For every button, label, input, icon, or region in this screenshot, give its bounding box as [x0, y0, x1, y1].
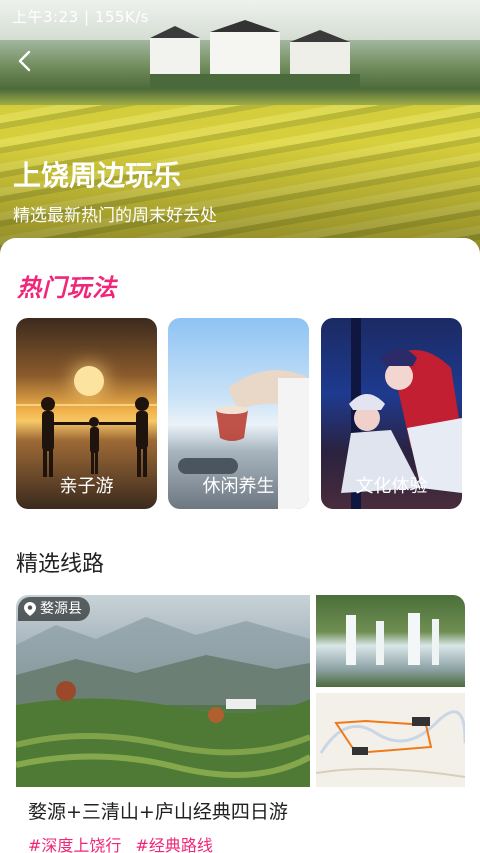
route-tag[interactable]: #经典路线 [135, 832, 212, 853]
routes-section-title: 精选线路 [16, 552, 105, 577]
route-tags: #深度上饶行 #经典路线 [28, 832, 213, 853]
route-main-image: 婺源县 [16, 595, 310, 787]
route-tag[interactable]: #深度上饶行 [28, 832, 121, 853]
hero-title: 上饶周边玩乐 [13, 159, 182, 192]
hot-item-leisure-wellness[interactable]: 休闲养生 [168, 318, 309, 509]
hot-section-title: 热门玩法 [17, 274, 117, 302]
hot-item-label: 休闲养生 [202, 476, 275, 497]
location-text: 婺源县 [40, 601, 82, 617]
hot-item-family-trip[interactable]: 亲子游 [16, 318, 157, 509]
hot-item-label: 亲子游 [59, 476, 114, 497]
village-houses-image [150, 20, 360, 88]
location-tag: 婺源县 [18, 597, 90, 621]
hero-subtitle: 精选最新热门的周末好去处 [13, 206, 217, 226]
route-card[interactable]: 婺源县 婺源+三清山+庐山经典四日游 #深度上饶行 #经典路线 [16, 595, 465, 853]
hot-item-culture-experience[interactable]: 文化体验 [321, 318, 462, 509]
location-pin-icon [24, 602, 36, 616]
back-button[interactable] [10, 46, 40, 76]
status-bar-text: 上午3:23 | 155K/s [12, 8, 150, 26]
hot-item-label: 文化体验 [355, 476, 428, 497]
route-title: 婺源+三清山+庐山经典四日游 [28, 801, 288, 823]
chevron-left-icon [18, 50, 31, 72]
route-map-image [316, 693, 465, 787]
waterfall-image [316, 595, 465, 687]
